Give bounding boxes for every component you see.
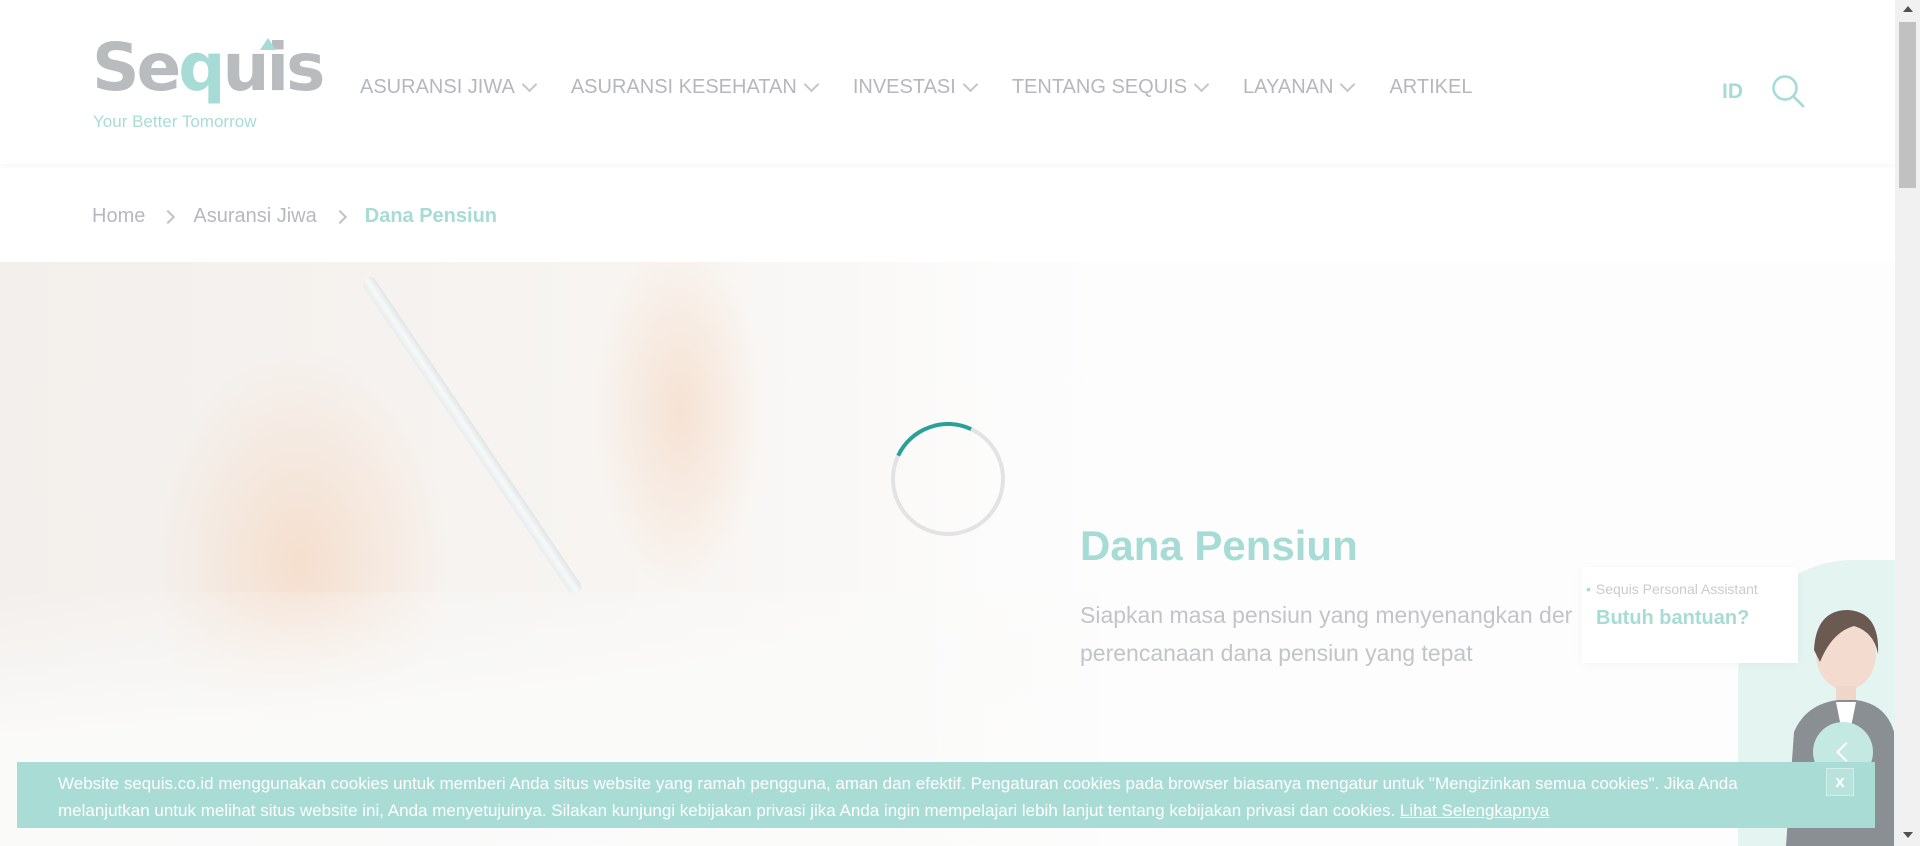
breadcrumb: Home Asuransi Jiwa Dana Pensiun	[92, 205, 497, 228]
assistant-help-text: Butuh bantuan?	[1596, 607, 1750, 629]
chevron-right-icon	[332, 209, 347, 224]
chevron-down-icon	[1193, 76, 1210, 93]
logo-wordmark: Sequis	[92, 29, 325, 106]
nav-tentang-sequis[interactable]: TENTANG SEQUIS	[1011, 76, 1210, 99]
chevron-down-icon	[1340, 76, 1356, 93]
nav-artikel[interactable]: ARTIKEL	[1389, 76, 1472, 99]
nav-label: TENTANG SEQUIS	[1011, 76, 1188, 98]
nav-asuransi-kesehatan[interactable]: ASURANSI KESEHATAN	[570, 76, 820, 99]
breadcrumb-asuransi-jiwa[interactable]: Asuransi Jiwa	[193, 205, 316, 228]
nav-asuransi-jiwa[interactable]: ASURANSI JIWA	[360, 76, 538, 99]
cookie-banner: Website sequis.co.id menggunakan cookies…	[17, 762, 1875, 828]
nav-layanan[interactable]: LAYANAN	[1243, 76, 1356, 99]
nav-label: INVESTASI	[852, 76, 956, 98]
nav-label: ASURANSI KESEHATAN	[570, 76, 797, 98]
scroll-down-arrow-icon[interactable]	[1903, 832, 1913, 838]
logo-accent-mark	[260, 38, 276, 50]
logo-tagline: Your Better Tomorrow	[93, 112, 257, 131]
scroll-thumb[interactable]	[1899, 22, 1916, 188]
sequis-logo[interactable]: Sequis Your Better Tomorrow	[92, 32, 325, 138]
hero-subtitle-line: Siapkan masa pensiun yang menyenangkan d…	[1080, 602, 1573, 628]
nav-label: ARTIKEL	[1389, 76, 1473, 98]
breadcrumb-current: Dana Pensiun	[364, 205, 498, 227]
assistant-label: Sequis Personal Assistant	[1596, 581, 1798, 597]
hero-title: Dana Pensiun	[1080, 522, 1358, 569]
main-nav: ASURANSI JIWA ASURANSI KESEHATAN INVESTA…	[360, 76, 1508, 99]
assistant-card[interactable]: Sequis Personal Assistant Butuh bantuan?	[1582, 567, 1798, 663]
chevron-down-icon	[521, 76, 538, 93]
cookie-more-link[interactable]: Lihat Selengkapnya	[1400, 801, 1549, 820]
nav-label: LAYANAN	[1243, 76, 1334, 98]
breadcrumb-home[interactable]: Home	[92, 205, 145, 228]
chevron-down-icon	[803, 76, 820, 93]
cookie-close-button[interactable]: x	[1826, 768, 1854, 796]
chevron-left-icon	[1836, 742, 1856, 762]
page-scrollbar[interactable]	[1895, 0, 1920, 846]
search-icon[interactable]	[1771, 74, 1805, 108]
language-switch[interactable]: ID	[1722, 80, 1743, 104]
site-header: Sequis Your Better Tomorrow ASURANSI JIW…	[0, 0, 1895, 164]
nav-investasi[interactable]: INVESTASI	[852, 76, 979, 99]
nav-label: ASURANSI JIWA	[360, 76, 515, 98]
scroll-up-arrow-icon[interactable]	[1903, 6, 1913, 12]
hero-subtitle-line: perencanaan dana pensiun yang tepat	[1080, 640, 1473, 666]
hero-banner	[0, 262, 1895, 846]
hero-subtitle: Siapkan masa pensiun yang menyenangkan d…	[1080, 596, 1600, 672]
chevron-right-icon	[161, 209, 176, 224]
chevron-down-icon	[962, 76, 979, 93]
